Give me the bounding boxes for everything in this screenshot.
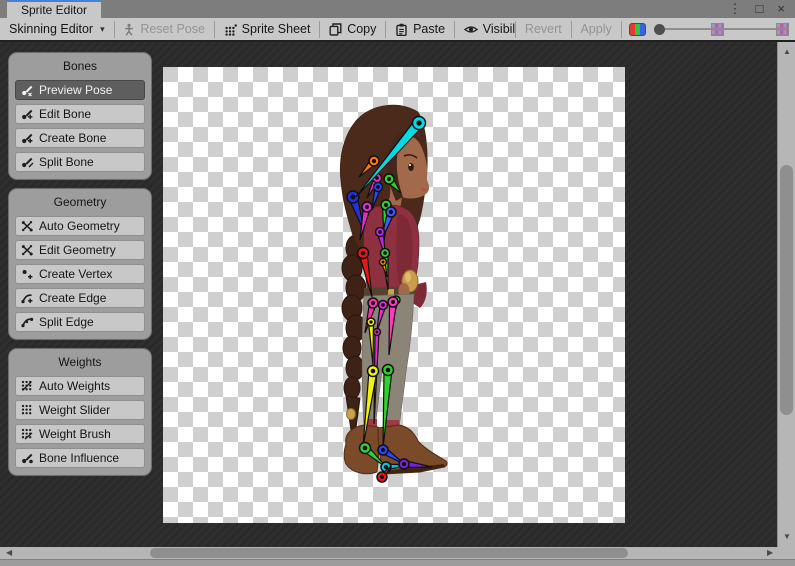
button-label: Weight Slider <box>39 403 110 417</box>
preview-pose-icon <box>21 84 34 97</box>
create-edge-icon <box>21 292 34 305</box>
sprite-editor-window: Sprite Editor ⋮ □ × Skinning Editor ▾ Re… <box>0 0 795 566</box>
button-label: Weight Brush <box>39 427 111 441</box>
maximize-icon[interactable]: □ <box>756 0 764 18</box>
vertical-scroll-thumb[interactable] <box>780 165 793 415</box>
auto-weights-button[interactable]: Auto Weights <box>15 376 145 396</box>
edit-bone-icon <box>21 108 34 121</box>
panel-geometry: Geometry Auto Geometry Edit Geometry Create… <box>8 188 152 340</box>
create-vertex-button[interactable]: Create Vertex <box>15 264 145 284</box>
weight-slider-button[interactable]: Weight Slider <box>15 400 145 420</box>
reset-pose-icon <box>123 23 135 36</box>
workspace: Bones Preview Pose Edit Bone Create Bone Spl… <box>0 42 777 547</box>
visibility-label: Visibil <box>483 22 515 36</box>
sprite-preview-large-icon <box>776 23 789 36</box>
panel-weights: Weights Auto Weights Weight Slider Weight B… <box>8 348 152 476</box>
kebab-menu-icon[interactable]: ⋮ <box>729 0 742 18</box>
scroll-left-icon[interactable]: ◀ <box>6 549 12 557</box>
edit-bone-button[interactable]: Edit Bone <box>15 104 145 124</box>
visibility-icon <box>464 23 478 36</box>
panel-bones: Bones Preview Pose Edit Bone Create Bone Spl… <box>8 52 152 180</box>
split-bone-icon <box>21 156 34 169</box>
horizontal-scroll-thumb[interactable] <box>150 548 628 558</box>
toolbar: Skinning Editor ▾ Reset Pose Sprite Shee… <box>0 18 795 42</box>
apply-button[interactable]: Apply <box>571 18 620 40</box>
horizontal-scrollbar[interactable]: ◀ ▶ <box>0 547 795 559</box>
scroll-right-icon[interactable]: ▶ <box>767 549 773 557</box>
tab-bar: Sprite Editor ⋮ □ × <box>0 0 795 18</box>
button-label: Bone Influence <box>39 451 119 465</box>
button-label: Create Vertex <box>39 267 112 281</box>
revert-button[interactable]: Revert <box>516 18 571 40</box>
copy-label: Copy <box>347 22 376 36</box>
paste-label: Paste <box>413 22 445 36</box>
button-label: Create Bone <box>39 131 106 145</box>
skinning-editor-dropdown[interactable]: Skinning Editor ▾ <box>0 18 114 40</box>
create-bone-button[interactable]: Create Bone <box>15 128 145 148</box>
apply-label: Apply <box>580 22 611 36</box>
create-edge-button[interactable]: Create Edge <box>15 288 145 308</box>
window-controls: ⋮ □ × <box>729 0 795 18</box>
scroll-up-icon[interactable]: ▲ <box>783 48 791 56</box>
button-label: Preview Pose <box>39 83 112 97</box>
color-swatch-button[interactable] <box>629 23 645 36</box>
create-vertex-icon <box>21 268 34 281</box>
panel-title: Bones <box>15 57 145 76</box>
button-label: Create Edge <box>39 291 106 305</box>
paste-icon <box>395 23 408 36</box>
panel-title: Weights <box>15 353 145 372</box>
edit-geometry-button[interactable]: Edit Geometry <box>15 240 145 260</box>
weight-brush-button[interactable]: Weight Brush <box>15 424 145 444</box>
edit-geometry-icon <box>21 244 34 257</box>
split-edge-icon <box>21 316 34 329</box>
sprite-preview-small-icon[interactable] <box>711 23 724 36</box>
panel-title: Geometry <box>15 193 145 212</box>
zoom-slider-track[interactable] <box>724 28 776 30</box>
chevron-down-icon: ▾ <box>100 24 105 35</box>
bone-influence-icon <box>21 452 34 465</box>
sprite-sheet-icon <box>224 23 237 36</box>
button-label: Auto Geometry <box>39 219 120 233</box>
close-icon[interactable]: × <box>777 0 785 18</box>
button-label: Edit Bone <box>39 107 91 121</box>
zoom-slider[interactable] <box>654 23 789 36</box>
copy-button[interactable]: Copy <box>320 18 385 40</box>
reset-pose-label: Reset Pose <box>140 22 205 36</box>
create-bone-icon <box>21 132 34 145</box>
copy-icon <box>329 23 342 36</box>
preview-pose-button[interactable]: Preview Pose <box>15 80 145 100</box>
auto-geometry-icon <box>21 220 34 233</box>
zoom-slider-handle[interactable] <box>654 24 665 35</box>
zoom-slider-track[interactable] <box>665 28 711 30</box>
scroll-down-icon[interactable]: ▼ <box>783 533 791 541</box>
sprite-canvas[interactable] <box>163 67 625 523</box>
button-label: Split Bone <box>39 155 94 169</box>
visibility-button[interactable]: Visibil <box>455 18 515 40</box>
paste-button[interactable]: Paste <box>386 18 454 40</box>
tool-panels: Bones Preview Pose Edit Bone Create Bone Spl… <box>8 52 152 484</box>
sprite-sheet-label: Sprite Sheet <box>242 22 311 36</box>
window-bottom-edge <box>0 559 795 566</box>
tab-sprite-editor[interactable]: Sprite Editor <box>7 0 101 18</box>
weight-slider-icon <box>21 404 34 417</box>
character-sprite <box>163 67 625 523</box>
reset-pose-button[interactable]: Reset Pose <box>114 18 214 40</box>
tab-label: Sprite Editor <box>21 2 87 18</box>
weight-brush-icon <box>21 428 34 441</box>
split-bone-button[interactable]: Split Bone <box>15 152 145 172</box>
split-edge-button[interactable]: Split Edge <box>15 312 145 332</box>
skinning-editor-label: Skinning Editor <box>9 22 93 36</box>
bone-influence-button[interactable]: Bone Influence <box>15 448 145 468</box>
sprite-sheet-button[interactable]: Sprite Sheet <box>215 18 320 40</box>
button-label: Edit Geometry <box>39 243 116 257</box>
button-label: Split Edge <box>39 315 94 329</box>
auto-weights-icon <box>21 380 34 393</box>
vertical-scrollbar[interactable]: ▲ ▼ <box>777 42 795 547</box>
button-label: Auto Weights <box>39 379 110 393</box>
revert-label: Revert <box>525 22 562 36</box>
auto-geometry-button[interactable]: Auto Geometry <box>15 216 145 236</box>
toolbar-separator <box>621 21 622 38</box>
